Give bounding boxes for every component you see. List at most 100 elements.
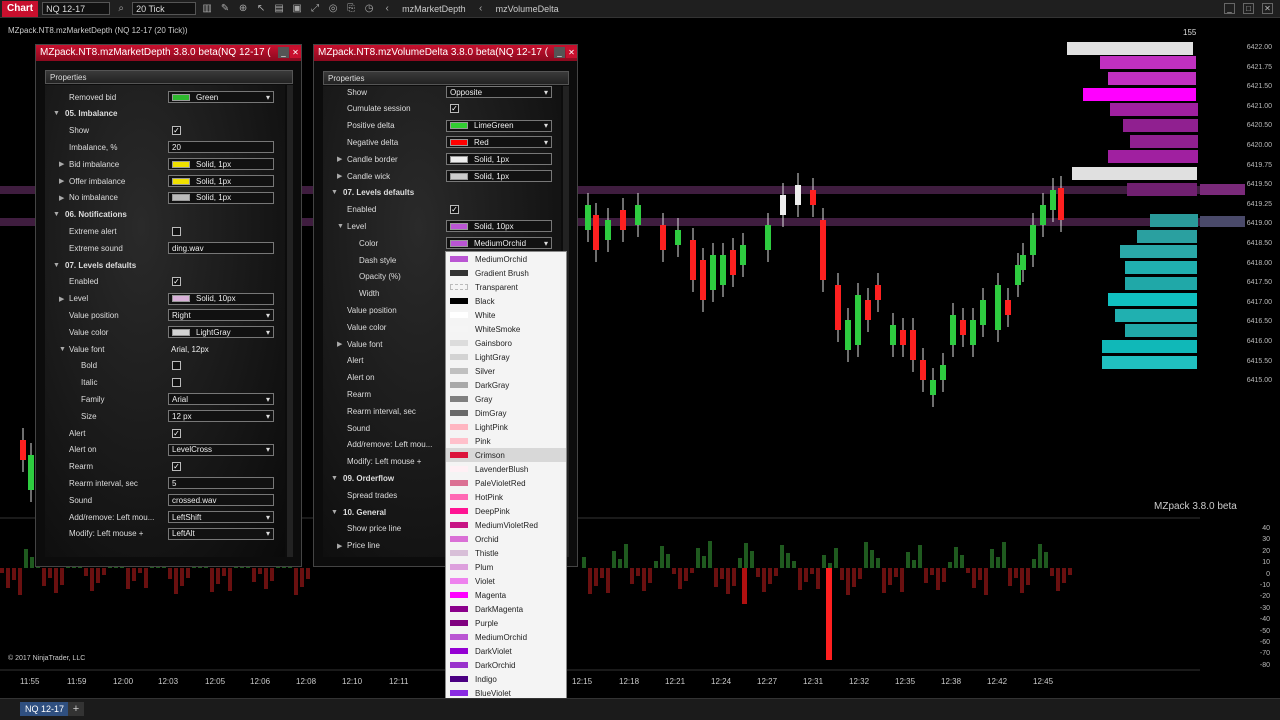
color-option[interactable]: Silver: [446, 364, 566, 378]
checkbox[interactable]: ✓: [172, 462, 181, 472]
property-value-field[interactable]: Arial, 12px: [168, 343, 274, 355]
color-option[interactable]: PaleVioletRed: [446, 476, 566, 490]
color-option[interactable]: MediumVioletRed: [446, 518, 566, 532]
color-option[interactable]: Indigo: [446, 672, 566, 686]
color-option[interactable]: LightPink: [446, 420, 566, 434]
property-value-field[interactable]: 12 px: [168, 410, 274, 423]
property-row[interactable]: Rearm ✓: [45, 459, 285, 475]
property-value-field[interactable]: LeftShift: [168, 511, 274, 523]
property-value-field[interactable]: ding.wav: [168, 242, 274, 255]
color-option[interactable]: Violet: [446, 574, 566, 588]
property-row[interactable]: Extreme alert: [45, 223, 285, 239]
collapse-icon[interactable]: ▼: [331, 509, 338, 516]
add-tab-button[interactable]: +: [68, 702, 84, 716]
instrument-tab[interactable]: NQ 12-17: [20, 702, 70, 716]
property-value-field[interactable]: crossed.wav: [168, 494, 274, 507]
expand-down-icon[interactable]: ▼: [337, 223, 344, 230]
property-row[interactable]: ▼ 05. Imbalance: [45, 106, 285, 122]
property-row[interactable]: Italic: [45, 375, 285, 391]
color-option[interactable]: Plum: [446, 560, 566, 574]
color-option[interactable]: White: [446, 308, 566, 322]
property-value-field[interactable]: LeftAlt: [168, 527, 274, 540]
property-value-field[interactable]: MediumOrchid: [446, 237, 552, 250]
color-option[interactable]: DeepPink: [446, 504, 566, 518]
close-icon[interactable]: ✕: [566, 47, 577, 58]
property-row[interactable]: ▼ Value font Arial, 12px: [45, 341, 285, 357]
color-option[interactable]: Transparent: [446, 280, 566, 294]
property-row[interactable]: ▼ 07. Levels defaults: [45, 257, 285, 273]
collapse-icon[interactable]: ▼: [53, 262, 60, 269]
property-row[interactable]: Positive delta LimeGreen: [323, 118, 561, 134]
property-row[interactable]: Sound crossed.wav: [45, 492, 285, 508]
color-option[interactable]: Thistle: [446, 546, 566, 560]
property-row[interactable]: ▶ Level Solid, 10px: [45, 291, 285, 307]
collapse-icon[interactable]: ▼: [331, 475, 338, 482]
checkbox[interactable]: ✓: [450, 205, 459, 215]
color-dropdown-list[interactable]: MediumOrchid Gradient Brush Transparent Bla…: [445, 251, 567, 720]
property-value-field[interactable]: Green: [168, 91, 274, 103]
property-row[interactable]: ▼ 06. Notifications: [45, 207, 285, 223]
checkbox[interactable]: ✓: [172, 126, 181, 136]
property-value-field[interactable]: LightGray: [168, 326, 274, 339]
property-value-field[interactable]: Arial: [168, 393, 274, 406]
checkbox[interactable]: ✓: [172, 277, 181, 287]
color-option[interactable]: Gray: [446, 392, 566, 406]
collapse-icon[interactable]: ▼: [53, 211, 60, 218]
minimize-icon[interactable]: _: [278, 47, 289, 58]
property-value-field[interactable]: Opposite: [446, 86, 552, 98]
property-row[interactable]: ▶ Offer imbalance Solid, 1px: [45, 173, 285, 189]
property-row[interactable]: ▼ Level Solid, 10px: [323, 218, 561, 234]
property-value-field[interactable]: Right: [168, 309, 274, 322]
property-value-field[interactable]: Red: [446, 136, 552, 149]
property-row[interactable]: ▶ No imbalance Solid, 1px: [45, 190, 285, 206]
checkbox[interactable]: ✓: [172, 428, 181, 438]
color-option[interactable]: Gainsboro: [446, 336, 566, 350]
property-value-field[interactable]: Solid, 1px: [446, 153, 552, 166]
property-value-field[interactable]: Solid, 1px: [168, 158, 274, 171]
property-row[interactable]: Alert ✓: [45, 425, 285, 441]
expand-right-icon[interactable]: ▶: [59, 160, 64, 168]
property-value-field[interactable]: LevelCross: [168, 443, 274, 456]
property-row[interactable]: ▶ Bid imbalance Solid, 1px: [45, 156, 285, 172]
color-option[interactable]: MediumOrchid: [446, 630, 566, 644]
expand-right-icon[interactable]: ▶: [337, 155, 342, 163]
color-option[interactable]: DarkOrchid: [446, 658, 566, 672]
color-option[interactable]: Pink: [446, 434, 566, 448]
property-row[interactable]: Color MediumOrchid: [323, 235, 561, 251]
property-value-field[interactable]: Solid, 10px: [168, 292, 274, 305]
expand-right-icon[interactable]: ▶: [337, 172, 342, 180]
property-row[interactable]: Show ✓: [45, 123, 285, 139]
property-value-field[interactable]: Solid, 1px: [168, 175, 274, 187]
property-row[interactable]: Show Opposite: [323, 86, 561, 100]
color-option[interactable]: LavenderBlush: [446, 462, 566, 476]
color-option[interactable]: HotPink: [446, 490, 566, 504]
property-value-field[interactable]: 20: [168, 141, 274, 154]
property-value-field[interactable]: Solid, 1px: [446, 170, 552, 182]
property-row[interactable]: Cumulate session ✓: [323, 101, 561, 117]
property-row[interactable]: Modify: Left mouse + LeftAlt: [45, 526, 285, 542]
property-row[interactable]: ▶ Candle border Solid, 1px: [323, 151, 561, 167]
color-option[interactable]: DarkViolet: [446, 644, 566, 658]
color-option[interactable]: DarkMagenta: [446, 602, 566, 616]
property-row[interactable]: Bold: [45, 358, 285, 374]
checkbox[interactable]: [172, 226, 181, 236]
color-option[interactable]: Crimson: [446, 448, 566, 462]
property-row[interactable]: Size 12 px: [45, 408, 285, 424]
color-option[interactable]: MediumOrchid: [446, 252, 566, 266]
color-option[interactable]: Magenta: [446, 588, 566, 602]
property-row[interactable]: ▼ 07. Levels defaults: [323, 185, 561, 201]
property-row[interactable]: Family Arial: [45, 391, 285, 407]
property-row[interactable]: Value color LightGray: [45, 324, 285, 340]
expand-right-icon[interactable]: ▶: [59, 194, 64, 202]
color-option[interactable]: WhiteSmoke: [446, 322, 566, 336]
property-row[interactable]: Rearm interval, sec 5: [45, 475, 285, 491]
expand-right-icon[interactable]: ▶: [337, 542, 342, 550]
property-row[interactable]: Add/remove: Left mou... LeftShift: [45, 509, 285, 525]
color-option[interactable]: Black: [446, 294, 566, 308]
minimize-icon[interactable]: _: [554, 47, 565, 58]
property-value-field[interactable]: Solid, 10px: [446, 220, 552, 233]
expand-down-icon[interactable]: ▼: [59, 346, 66, 353]
color-option[interactable]: LightGray: [446, 350, 566, 364]
collapse-icon[interactable]: ▼: [53, 110, 60, 117]
property-row[interactable]: Enabled ✓: [323, 202, 561, 218]
